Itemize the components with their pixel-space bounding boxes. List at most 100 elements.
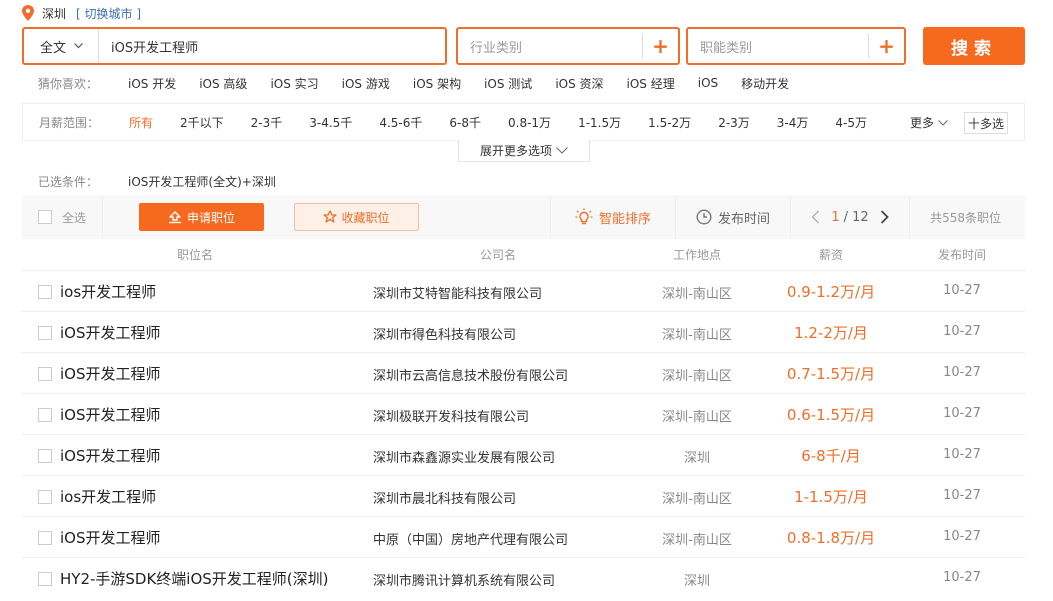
select-all[interactable]: 全选 bbox=[22, 195, 103, 239]
function-select[interactable]: 职能类别 + bbox=[686, 27, 906, 65]
salary-option[interactable]: 4.5-6千 bbox=[379, 114, 422, 131]
job-title-link[interactable]: iOS开发工程师 bbox=[60, 322, 161, 343]
company-link[interactable]: 深圳市云高信息技术股份有限公司 bbox=[373, 365, 568, 384]
select-all-label: 全选 bbox=[62, 210, 87, 225]
salary-filter-label: 月薪范围： bbox=[39, 115, 100, 130]
job-title-link[interactable]: iOS开发工程师 bbox=[60, 404, 161, 425]
job-row: iOS开发工程师 深圳市得色科技有限公司 深圳-南山区 1.2-2万/月 10-… bbox=[22, 311, 1025, 352]
salary-option[interactable]: 1.5-2万 bbox=[648, 114, 691, 131]
job-salary: 0.8-1.8万/月 bbox=[786, 529, 876, 547]
keyword-input[interactable] bbox=[99, 29, 445, 63]
job-place: 深圳-南山区 bbox=[662, 492, 732, 507]
row-checkbox[interactable] bbox=[38, 449, 52, 463]
job-title-link[interactable]: iOS开发工程师 bbox=[60, 363, 161, 384]
company-link[interactable]: 深圳市晨北科技有限公司 bbox=[373, 488, 516, 507]
location-bar: 深圳 [ 切换城市 ] bbox=[22, 4, 141, 22]
plus-icon[interactable]: + bbox=[642, 34, 678, 58]
suggested-tag[interactable]: iOS 开发 bbox=[128, 75, 176, 92]
results-toolbar: 全选 申请职位 收藏职位 智能排序 发布时间 1 / 12 共558条职位 bbox=[22, 195, 1025, 239]
salary-option[interactable]: 6-8千 bbox=[449, 114, 481, 131]
company-link[interactable]: 中原（中国）房地产代理有限公司 bbox=[373, 529, 568, 548]
select-all-checkbox[interactable] bbox=[38, 210, 52, 224]
row-checkbox[interactable] bbox=[38, 572, 52, 586]
column-header-company: 公司名 bbox=[480, 248, 517, 262]
keyword-search-box: 全文 bbox=[22, 27, 447, 65]
company-link[interactable]: 深圳极联开发科技有限公司 bbox=[373, 406, 529, 425]
salary-option[interactable]: 4-5万 bbox=[835, 114, 867, 131]
salary-option[interactable]: 2-3万 bbox=[718, 114, 750, 131]
suggested-tag[interactable]: iOS 实习 bbox=[270, 75, 318, 92]
company-link[interactable]: 深圳市腾讯计算机系统有限公司 bbox=[373, 570, 555, 589]
salary-option[interactable]: 2千以下 bbox=[180, 114, 224, 131]
switch-city-link[interactable]: [ 切换城市 ] bbox=[76, 5, 141, 22]
job-title-link[interactable]: iOS开发工程师 bbox=[60, 527, 161, 548]
job-title-link[interactable]: iOS开发工程师 bbox=[60, 445, 161, 466]
job-salary: 0.6-1.5万/月 bbox=[786, 406, 876, 424]
job-date: 10-27 bbox=[943, 447, 981, 462]
search-scope-value: 全文 bbox=[40, 40, 67, 56]
company-link[interactable]: 深圳市艾特智能科技有限公司 bbox=[373, 283, 542, 302]
row-checkbox[interactable] bbox=[38, 490, 52, 504]
job-date: 10-27 bbox=[943, 570, 981, 585]
job-date: 10-27 bbox=[943, 406, 981, 421]
suggested-tag[interactable]: iOS 游戏 bbox=[342, 75, 390, 92]
expand-more-options[interactable]: 展开更多选项 bbox=[458, 140, 590, 162]
salary-option[interactable]: 所有 bbox=[129, 114, 153, 131]
time-sort-label: 发布时间 bbox=[717, 211, 770, 227]
suggested-tag[interactable]: iOS 架构 bbox=[413, 75, 461, 92]
salary-option[interactable]: 0.8-1万 bbox=[508, 114, 551, 131]
job-date: 10-27 bbox=[943, 488, 981, 503]
favorite-button[interactable]: 收藏职位 bbox=[294, 203, 419, 231]
search-bar: 全文 行业类别 + 职能类别 + 搜索 bbox=[22, 27, 1025, 65]
chevron-down-icon bbox=[74, 43, 83, 49]
multi-select-button[interactable]: 十多选 bbox=[964, 112, 1008, 134]
suggested-tag[interactable]: iOS bbox=[698, 76, 718, 90]
job-date: 10-27 bbox=[943, 529, 981, 544]
favorite-label: 收藏职位 bbox=[341, 210, 390, 225]
row-checkbox[interactable] bbox=[38, 285, 52, 299]
suggested-tag[interactable]: 移动开发 bbox=[741, 75, 789, 92]
next-page-icon[interactable] bbox=[875, 210, 895, 224]
salary-option[interactable]: 3-4万 bbox=[777, 114, 809, 131]
job-place: 深圳-南山区 bbox=[662, 369, 732, 384]
column-header-place: 工作地点 bbox=[673, 248, 722, 262]
suggested-tag[interactable]: iOS 经理 bbox=[627, 75, 675, 92]
search-button[interactable]: 搜索 bbox=[923, 27, 1025, 65]
company-link[interactable]: 深圳市得色科技有限公司 bbox=[373, 324, 516, 343]
row-checkbox[interactable] bbox=[38, 531, 52, 545]
expand-label: 展开更多选项 bbox=[479, 144, 552, 158]
plus-icon[interactable]: + bbox=[868, 34, 904, 58]
lightbulb-icon bbox=[575, 208, 593, 225]
selected-conditions: 已选条件： iOS开发工程师(全文)+深圳 bbox=[38, 172, 276, 190]
search-scope-select[interactable]: 全文 bbox=[24, 29, 99, 63]
job-place: 深圳-南山区 bbox=[662, 287, 732, 302]
industry-select[interactable]: 行业类别 + bbox=[456, 27, 680, 65]
prev-page-icon[interactable] bbox=[805, 210, 825, 224]
job-salary: 0.7-1.5万/月 bbox=[786, 365, 876, 383]
chevron-down-icon bbox=[556, 147, 568, 154]
smart-sort-label: 智能排序 bbox=[598, 211, 651, 227]
salary-option[interactable]: 3-4.5千 bbox=[309, 114, 352, 131]
suggested-tag[interactable]: iOS 资深 bbox=[555, 75, 603, 92]
job-title-link[interactable]: ios开发工程师 bbox=[60, 486, 156, 507]
clock-icon bbox=[696, 209, 712, 225]
apply-button[interactable]: 申请职位 bbox=[139, 203, 264, 231]
job-title-link[interactable]: ios开发工程师 bbox=[60, 281, 156, 302]
star-icon bbox=[323, 210, 338, 223]
suggested-tags-label: 猜你喜欢： bbox=[38, 76, 99, 91]
salary-option[interactable]: 1-1.5万 bbox=[578, 114, 621, 131]
salary-option[interactable]: 2-3千 bbox=[251, 114, 283, 131]
suggested-tag[interactable]: iOS 高级 bbox=[199, 75, 247, 92]
row-checkbox[interactable] bbox=[38, 326, 52, 340]
time-sort[interactable]: 发布时间 bbox=[675, 195, 790, 239]
smart-sort[interactable]: 智能排序 bbox=[550, 195, 675, 239]
more-salary-options[interactable]: 更多 bbox=[910, 114, 948, 131]
suggested-tag[interactable]: iOS 测试 bbox=[484, 75, 532, 92]
job-row: ios开发工程师 深圳市艾特智能科技有限公司 深圳-南山区 0.9-1.2万/月… bbox=[22, 270, 1025, 311]
row-checkbox[interactable] bbox=[38, 367, 52, 381]
row-checkbox[interactable] bbox=[38, 408, 52, 422]
job-row: HY2-手游SDK终端iOS开发工程师(深圳) 深圳市腾讯计算机系统有限公司 深… bbox=[22, 557, 1025, 598]
company-link[interactable]: 深圳市森鑫源实业发展有限公司 bbox=[373, 447, 555, 466]
job-title-link[interactable]: HY2-手游SDK终端iOS开发工程师(深圳) bbox=[60, 568, 329, 589]
job-salary: 1.2-2万/月 bbox=[794, 324, 868, 342]
